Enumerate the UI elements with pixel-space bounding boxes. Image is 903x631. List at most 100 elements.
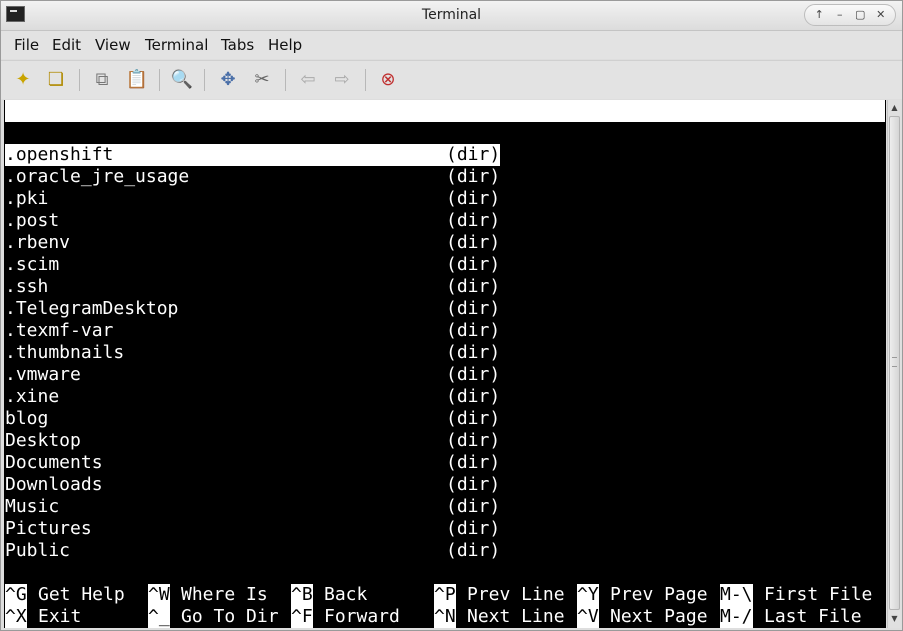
entry-type: (dir)	[446, 430, 501, 451]
file-entry[interactable]: Music (dir)	[5, 496, 500, 518]
maximize-button[interactable]: ▢	[851, 6, 869, 24]
shortcut-go-to-dir[interactable]: Go To Dir	[181, 606, 279, 628]
toolbar-separator	[159, 69, 160, 91]
shortcut-get-help[interactable]: Get Help	[38, 584, 125, 606]
file-entry[interactable]: Public (dir)	[5, 540, 500, 562]
file-entry[interactable]: Documents (dir)	[5, 452, 500, 474]
entry-name: .thumbnails	[5, 342, 125, 363]
entry-type: (dir)	[446, 298, 501, 319]
entry-type: (dir)	[446, 144, 501, 165]
entry-type: (dir)	[446, 320, 501, 341]
search-icon[interactable]: 🔍	[169, 67, 195, 93]
new-window-icon[interactable]: ❏	[43, 67, 69, 93]
minimize-button[interactable]: –	[831, 6, 849, 24]
shortcut-back[interactable]: Back	[324, 584, 367, 606]
file-entry[interactable]: .thumbnails (dir)	[5, 342, 500, 364]
entry-name: .rbenv	[5, 232, 71, 253]
shortcut-key: ^G	[5, 584, 27, 606]
file-entry[interactable]: .rbenv (dir)	[5, 232, 500, 254]
shortcut-key: M-\	[720, 584, 753, 606]
entry-type: (dir)	[446, 188, 501, 209]
scroll-down-arrow-icon[interactable]: ▼	[888, 612, 901, 626]
title-bar[interactable]: Terminal ↑ – ▢ ✕	[1, 1, 902, 31]
file-entry[interactable]: .TelegramDesktop (dir)	[5, 298, 500, 320]
shortcut-next-line[interactable]: Next Line	[467, 606, 565, 628]
entry-name: .xine	[5, 386, 60, 407]
file-entry[interactable]: .texmf-var (dir)	[5, 320, 500, 342]
entry-name: .scim	[5, 254, 60, 275]
file-entry[interactable]: .oracle_jre_usage (dir)	[5, 166, 500, 188]
nano-title-bar: GNU nano 2.5.3 DIR: /home/sasongko/	[5, 100, 885, 165]
shortcut-key: ^V	[577, 606, 599, 628]
scrollbar-grip	[892, 357, 897, 367]
next-tab-icon[interactable]: ⇨	[329, 67, 355, 93]
menu-view[interactable]: View	[95, 36, 131, 54]
copy-icon[interactable]: ⧉	[89, 67, 115, 93]
toolbar: ✦ ❏ ⧉ 📋 🔍 ✥ ✂ ⇦ ⇨ ⊗	[1, 60, 902, 99]
entry-name: .openshift	[5, 144, 114, 165]
menu-bar: File Edit View Terminal Tabs Help	[1, 31, 902, 59]
file-entry[interactable]: .post (dir)	[5, 210, 500, 232]
shortcut-key: ^F	[291, 606, 313, 628]
entry-name: .pki	[5, 188, 49, 209]
entry-type: (dir)	[446, 496, 501, 517]
file-entry-selected[interactable]: .openshift (dir)	[5, 144, 500, 166]
file-entry[interactable]: .ssh (dir)	[5, 276, 500, 298]
close-tab-icon[interactable]: ⊗	[375, 67, 401, 93]
shortcut-first-file[interactable]: First File	[764, 584, 872, 606]
entry-type: (dir)	[446, 276, 501, 297]
fullscreen-icon[interactable]: ✥	[215, 67, 241, 93]
menu-terminal[interactable]: Terminal	[145, 36, 208, 54]
shortcut-key: ^_	[148, 606, 170, 628]
entry-type: (dir)	[446, 166, 501, 187]
scroll-up-arrow-icon[interactable]: ▲	[888, 101, 901, 115]
entry-name: .ssh	[5, 276, 49, 297]
entry-type: (dir)	[446, 452, 501, 473]
close-window-button[interactable]: ✕	[872, 6, 890, 24]
shortcut-prev-page[interactable]: Prev Page	[610, 584, 708, 606]
toolbar-separator	[285, 69, 286, 91]
entry-name: Music	[5, 496, 60, 517]
entry-name: Downloads	[5, 474, 103, 495]
menu-edit[interactable]: Edit	[52, 36, 81, 54]
entry-type: (dir)	[446, 474, 501, 495]
shortcut-forward[interactable]: Forward	[324, 606, 400, 628]
menu-file[interactable]: File	[14, 36, 39, 54]
entry-name: Pictures	[5, 518, 92, 539]
file-entry[interactable]: .vmware (dir)	[5, 364, 500, 386]
file-entry[interactable]: .pki (dir)	[5, 188, 500, 210]
file-entry[interactable]: Pictures (dir)	[5, 518, 500, 540]
entry-type: (dir)	[446, 342, 501, 363]
toolbar-separator	[79, 69, 80, 91]
entry-name: .vmware	[5, 364, 81, 385]
new-tab-icon[interactable]: ✦	[10, 67, 36, 93]
file-entry[interactable]: blog (dir)	[5, 408, 500, 430]
prev-tab-icon[interactable]: ⇦	[295, 67, 321, 93]
file-entry[interactable]: Desktop (dir)	[5, 430, 500, 452]
shortcut-key: M-/	[720, 606, 753, 628]
menu-tabs[interactable]: Tabs	[221, 36, 254, 54]
shortcut-prev-line[interactable]: Prev Line	[467, 584, 565, 606]
shortcut-where-is[interactable]: Where Is	[181, 584, 268, 606]
file-entry[interactable]: .scim (dir)	[5, 254, 500, 276]
menu-help[interactable]: Help	[268, 36, 302, 54]
preferences-icon[interactable]: ✂	[249, 67, 275, 93]
scrollbar-thumb[interactable]	[889, 116, 900, 610]
window-controls: ↑ – ▢ ✕	[804, 4, 896, 26]
terminal-scrollbar[interactable]: ▲ ▼	[887, 100, 901, 628]
shortcut-key: ^W	[148, 584, 170, 606]
entry-type: (dir)	[446, 540, 501, 561]
shortcut-exit[interactable]: Exit	[38, 606, 81, 628]
terminal-screen[interactable]: GNU nano 2.5.3 DIR: /home/sasongko/ .ope…	[4, 100, 886, 628]
paste-icon[interactable]: 📋	[124, 67, 150, 93]
keep-above-button[interactable]: ↑	[810, 6, 828, 24]
shortcut-key: ^B	[291, 584, 313, 606]
file-entry[interactable]: .xine (dir)	[5, 386, 500, 408]
entry-name: Desktop	[5, 430, 81, 451]
entry-name: .oracle_jre_usage	[5, 166, 190, 187]
window-title: Terminal	[421, 7, 482, 23]
shortcut-next-page[interactable]: Next Page	[610, 606, 708, 628]
shortcut-last-file[interactable]: Last File	[764, 606, 862, 628]
file-entry[interactable]: Downloads (dir)	[5, 474, 500, 496]
shortcut-key: ^N	[434, 606, 456, 628]
